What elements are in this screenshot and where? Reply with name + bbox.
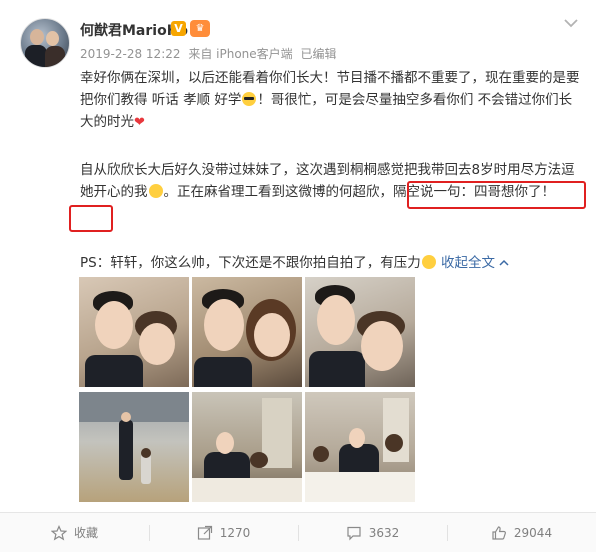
post-date[interactable]: 2019-2-28 12:22 [80,47,181,61]
post-paragraph-3: PS：轩轩，你这么帅，下次还是不跟你拍自拍了，有压力 收起全文 [80,252,580,274]
repost-button[interactable]: 1270 [149,513,298,552]
wink-emoji-icon [148,184,163,198]
edited-label[interactable]: 已编辑 [300,47,336,61]
action-bar: 收藏 1270 3632 29044 [0,513,596,552]
heart-icon: ❤ [134,115,145,130]
collapse-text-link[interactable]: 收起全文 [441,255,509,271]
laugh-emoji-icon [421,255,436,269]
comment-button[interactable]: 3632 [298,513,447,552]
post-paragraph-1: 幸好你俩在深圳，以后还能看着你们长大！节目播不播都不重要了，现在重要的是要把你们… [80,70,580,130]
comment-count: 3632 [368,525,400,540]
cool-emoji-icon [242,92,257,106]
highlight-box-2 [69,205,113,232]
repost-icon [197,525,212,540]
favorite-button[interactable]: 收藏 [0,513,149,552]
weibo-post-card: 何猷君MarioHo V ♛ 2019-2-28 12:22 来自 iPhone… [0,0,596,552]
post-meta: 2019-2-28 12:22 来自 iPhone客户端 已编辑 [80,45,341,62]
post-photo-3[interactable] [305,277,415,387]
chevron-up-icon [499,259,509,266]
like-count: 29044 [513,525,553,540]
chevron-down-icon[interactable] [562,16,580,30]
avatar[interactable] [20,18,70,68]
favorite-label: 收藏 [73,526,98,540]
thumbs-up-icon [492,525,506,540]
member-badge-icon[interactable]: ♛ [190,20,210,37]
post-photo-2[interactable] [192,277,302,387]
comment-icon [347,526,361,540]
like-button[interactable]: 29044 [447,513,596,552]
post-photo-5[interactable] [192,392,302,502]
post-photo-6[interactable] [305,392,415,502]
post-photo-4[interactable] [79,392,189,502]
verified-v-icon: V [171,21,186,36]
repost-count: 1270 [219,525,251,540]
star-icon [50,524,67,540]
post-source[interactable]: 来自 iPhone客户端 [188,47,292,61]
highlight-box-1 [407,181,586,209]
post-photo-1[interactable] [79,277,189,387]
